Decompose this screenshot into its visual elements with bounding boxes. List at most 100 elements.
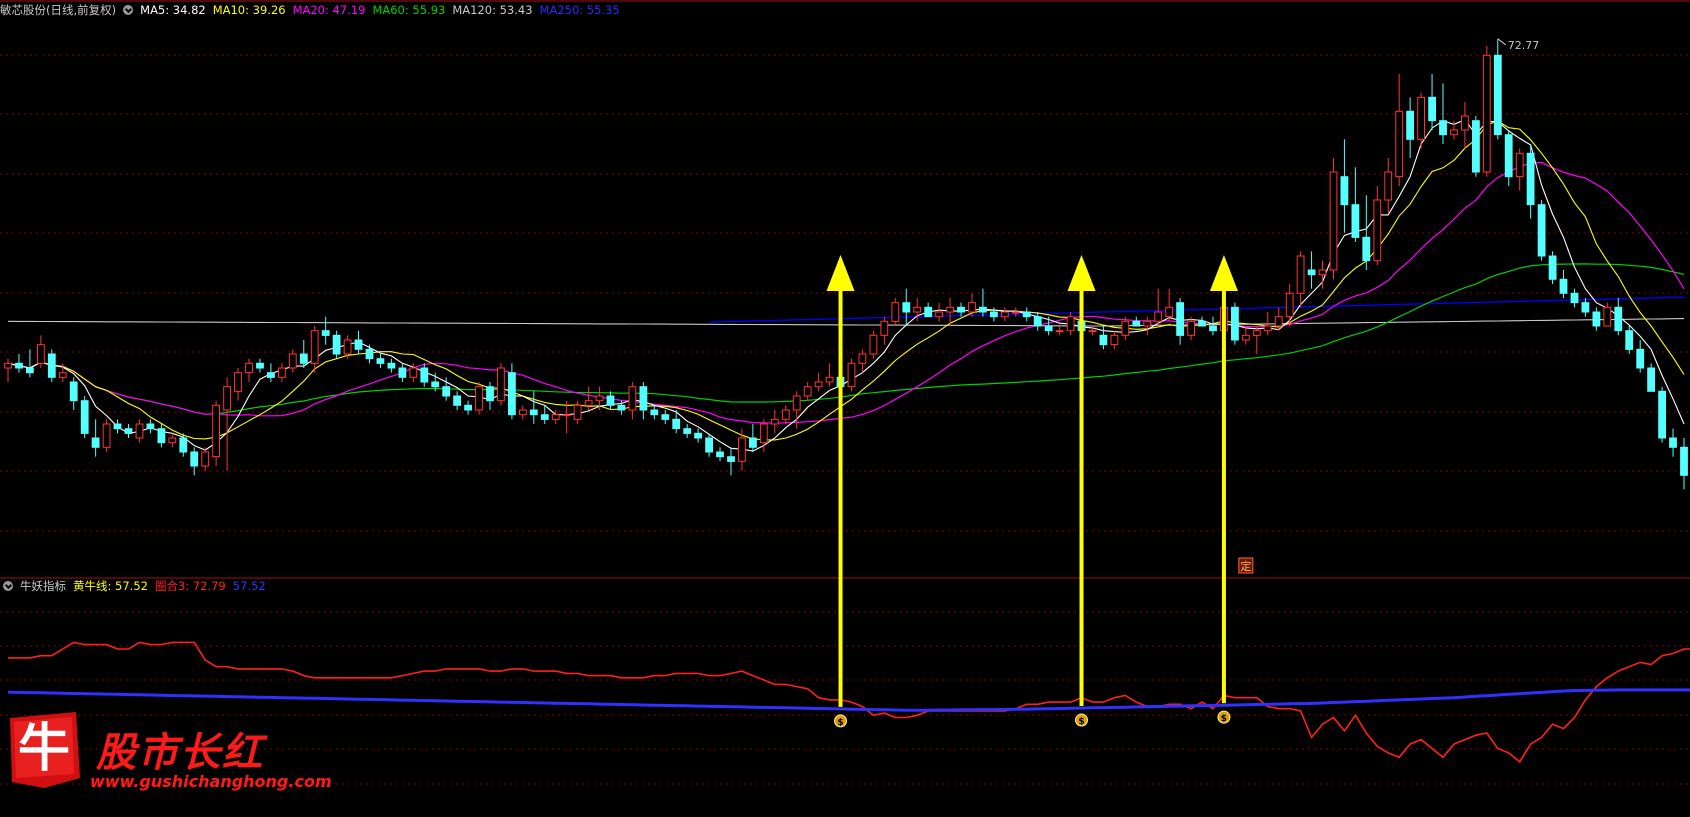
candle	[1274, 316, 1283, 327]
candle	[135, 423, 144, 439]
watermark-logo: 牛 股市长红 www.gushichanghong.com	[0, 708, 332, 798]
candle	[1439, 120, 1447, 136]
candle	[168, 437, 177, 444]
candle	[1022, 311, 1031, 318]
candle	[420, 367, 429, 383]
candle	[1537, 204, 1546, 257]
candle	[562, 414, 571, 417]
candle	[1055, 330, 1064, 333]
candle	[1011, 311, 1020, 314]
floating-tag-text: 定	[1240, 559, 1251, 573]
candle	[409, 367, 418, 378]
candle	[1318, 269, 1327, 276]
candle	[1241, 334, 1250, 341]
candle	[1044, 325, 1053, 332]
candle	[825, 376, 834, 383]
candle	[551, 414, 560, 420]
candle	[288, 353, 297, 369]
candle	[716, 451, 724, 458]
candle	[1658, 390, 1666, 439]
legend-ma5: MA5: 34.82	[140, 3, 206, 17]
candle	[497, 367, 505, 402]
candle	[792, 395, 801, 411]
candle	[1603, 306, 1612, 327]
candle	[935, 311, 944, 318]
legend-blue-line: 57.52	[232, 579, 266, 593]
candle	[1450, 129, 1458, 136]
candle	[694, 432, 703, 439]
candle	[1231, 306, 1239, 341]
chart-stage: 72.77 定 $ $ $ 敏芯股份(日线,前复权) MA5: 34.82 MA10: …	[0, 0, 1690, 817]
candle	[475, 386, 483, 411]
candle	[1296, 255, 1305, 294]
candle	[990, 311, 998, 318]
candle	[1548, 255, 1557, 280]
candle	[858, 353, 867, 364]
candle	[201, 451, 210, 467]
candle	[1176, 302, 1184, 336]
candle	[58, 372, 67, 378]
candle	[1351, 204, 1360, 238]
candle	[190, 451, 199, 467]
candle	[1143, 320, 1152, 327]
candle	[869, 334, 878, 355]
candle	[37, 344, 45, 364]
legend-ma250: MA250: 55.35	[539, 3, 620, 17]
candle	[343, 339, 352, 355]
candle	[749, 437, 757, 448]
legend-yellow-line: 黄牛线: 57.52	[73, 579, 148, 593]
price-chart[interactable]: 72.77 定 $ $ $	[0, 0, 1690, 817]
candle	[1669, 437, 1677, 448]
candle	[1570, 292, 1579, 304]
legend-ma20: MA20: 47.19	[292, 3, 366, 17]
candle	[1515, 152, 1524, 178]
logo-url: www.gushichanghong.com	[90, 772, 332, 791]
candle	[650, 409, 659, 416]
candle	[1362, 236, 1371, 262]
signal-arrow-head	[1067, 255, 1096, 291]
candle	[157, 428, 166, 444]
candle	[1198, 320, 1206, 327]
candle	[47, 353, 56, 378]
settings-toggle-icon[interactable]	[123, 5, 134, 15]
candle	[946, 306, 955, 313]
candle	[212, 404, 220, 458]
candle	[1154, 311, 1163, 322]
candle	[902, 302, 911, 313]
candle	[1384, 171, 1393, 201]
candle	[1187, 320, 1195, 336]
candle	[1252, 330, 1261, 336]
candle	[1066, 316, 1075, 332]
indicator-toggle-icon[interactable]	[3, 581, 13, 591]
candle	[584, 400, 593, 406]
coin-label: $	[1078, 717, 1084, 727]
logo-name: 股市长红	[96, 729, 264, 776]
candle	[398, 367, 407, 378]
max-marker	[1497, 38, 1507, 46]
candle	[4, 362, 12, 369]
candle	[310, 330, 319, 364]
coin-label: $	[1221, 714, 1227, 724]
candle	[256, 362, 264, 369]
legend-ma60: MA60: 55.93	[372, 3, 446, 17]
candle	[1581, 302, 1590, 313]
candle	[146, 423, 155, 430]
candle	[1482, 54, 1491, 173]
candle	[1110, 334, 1119, 346]
candle	[1625, 330, 1634, 350]
candle	[508, 372, 516, 416]
indicator-title: 牛妖指标	[20, 579, 66, 593]
candle	[913, 306, 922, 313]
candle	[91, 437, 100, 448]
candle	[365, 348, 374, 360]
ma120-line	[7, 318, 1685, 327]
candle	[1504, 134, 1513, 178]
candle	[1647, 367, 1655, 392]
candle	[1526, 152, 1535, 206]
candle	[1121, 320, 1130, 336]
candle	[979, 306, 987, 313]
candle	[453, 395, 462, 406]
candle	[529, 409, 538, 416]
candle	[1329, 171, 1338, 271]
candle	[924, 306, 933, 318]
